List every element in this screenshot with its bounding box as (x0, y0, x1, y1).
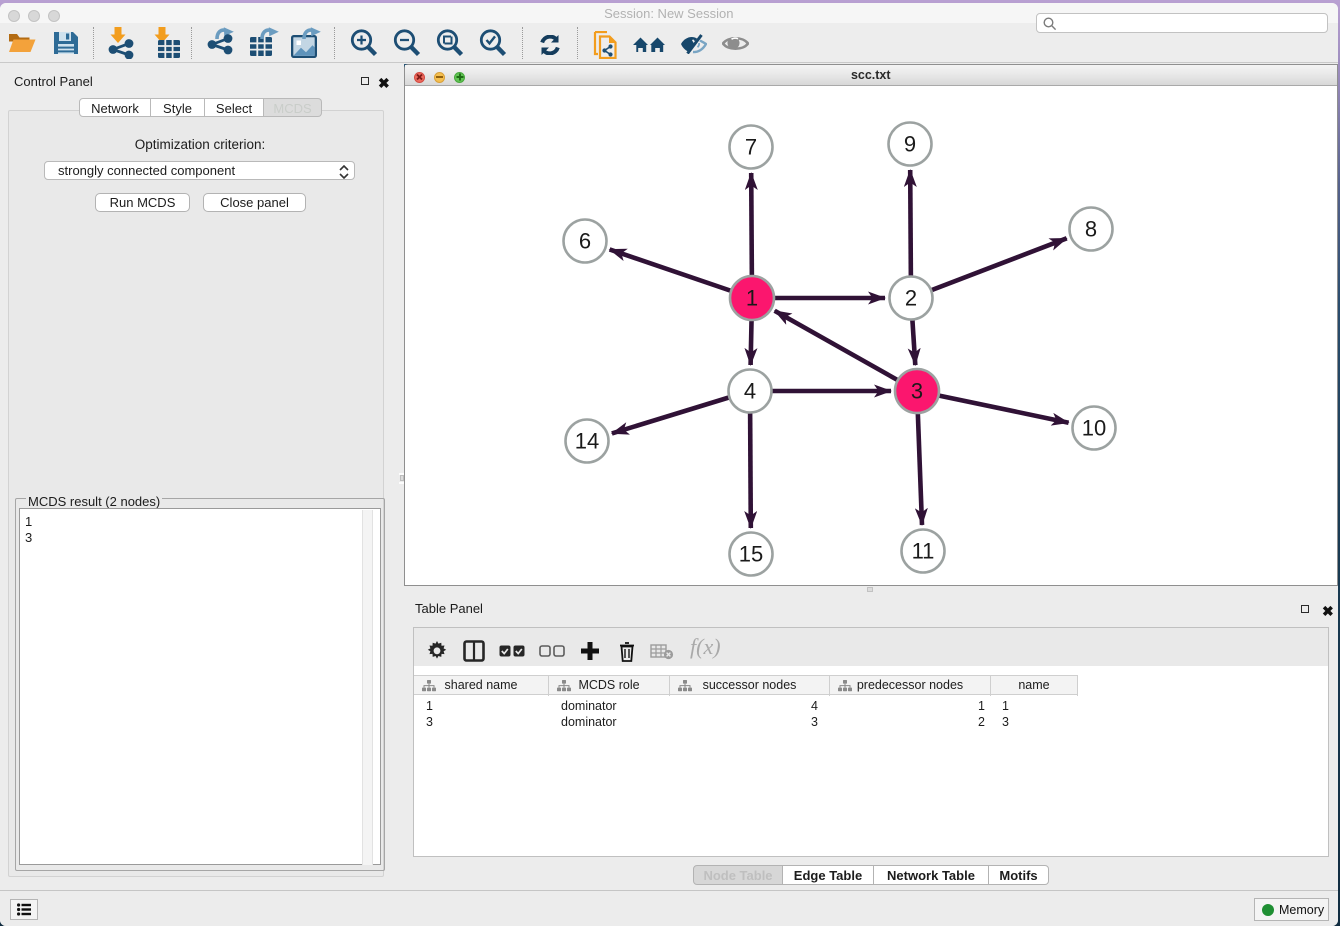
svg-text:10: 10 (1082, 416, 1106, 441)
svg-text:4: 4 (744, 379, 756, 404)
svg-text:6: 6 (579, 229, 591, 254)
svg-text:15: 15 (739, 542, 763, 567)
svg-text:1: 1 (746, 286, 758, 311)
svg-text:2: 2 (905, 286, 917, 311)
svg-text:9: 9 (904, 132, 916, 157)
svg-text:3: 3 (911, 379, 923, 404)
svg-text:8: 8 (1085, 217, 1097, 242)
svg-text:14: 14 (575, 429, 599, 454)
svg-text:7: 7 (745, 135, 757, 160)
svg-text:11: 11 (912, 539, 935, 564)
